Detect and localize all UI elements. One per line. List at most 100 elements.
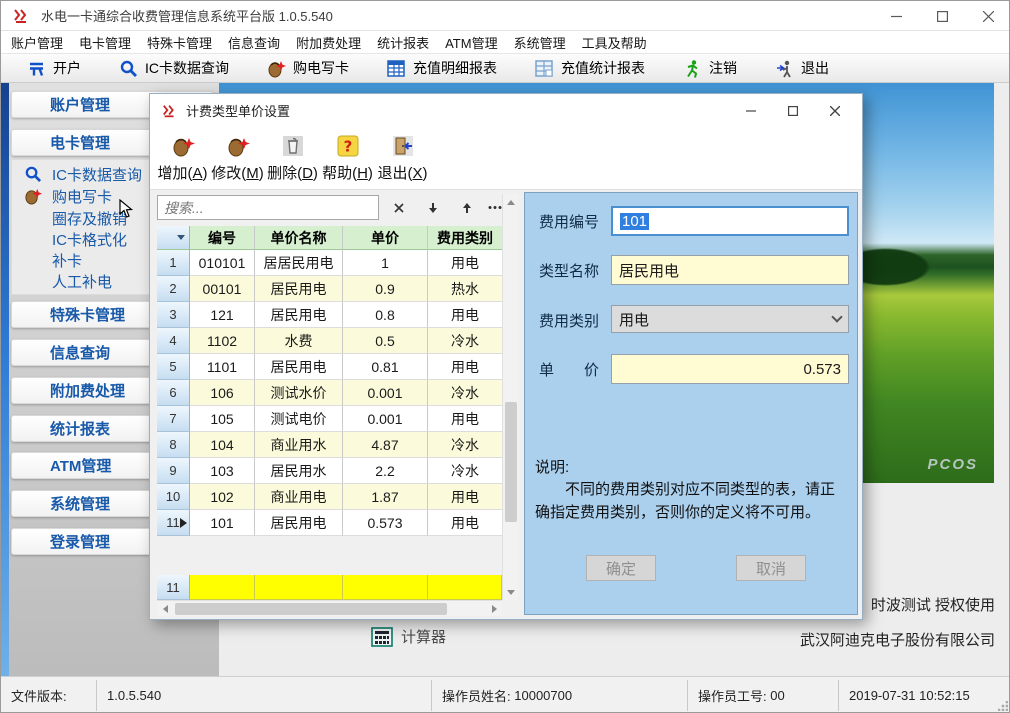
exit-door-icon bbox=[392, 135, 414, 157]
table-row[interactable]: 1010101居居民用电1用电 bbox=[157, 250, 502, 276]
menu-special-card[interactable]: 特殊卡管理 bbox=[141, 31, 218, 54]
write-card-icon bbox=[267, 59, 286, 78]
search-clear-button[interactable] bbox=[384, 195, 414, 220]
search-card-icon bbox=[24, 165, 42, 183]
edit-panel: 费用编号 101 类型名称 居民用电 费用类别 用电 单 价 0.573 说明:… bbox=[524, 192, 858, 615]
ok-button[interactable]: 确定 bbox=[586, 555, 656, 581]
file-version-value: 1.0.5.540 bbox=[97, 677, 431, 713]
status-datetime: 2019-07-31 10:52:15 bbox=[839, 677, 1010, 713]
unit-price-settings-dialog: 计费类型单价设置 增加(A) 修改(M) 删除(D) bbox=[149, 93, 863, 620]
operator-name: 操作员姓名: 10000700 bbox=[432, 677, 687, 713]
search-next-button[interactable] bbox=[418, 195, 448, 220]
photo-watermark: PCOS bbox=[927, 456, 978, 473]
table-row[interactable]: 10102商业用电1.87用电 bbox=[157, 484, 502, 510]
fee-code-input[interactable]: 101 bbox=[611, 206, 849, 236]
status-bar: 文件版本: 1.0.5.540 操作员姓名: 10000700 操作员工号: 0… bbox=[1, 676, 1010, 713]
col-header-name[interactable]: 单价名称 bbox=[255, 226, 343, 250]
close-button[interactable] bbox=[965, 1, 1010, 31]
exit-icon bbox=[775, 59, 794, 78]
dialog-close-button[interactable] bbox=[814, 94, 856, 127]
scroll-up-button[interactable] bbox=[503, 194, 519, 210]
down-arrow-icon bbox=[507, 590, 515, 595]
table-row[interactable]: 6106测试水价0.001冷水 bbox=[157, 380, 502, 406]
table-vertical-scrollbar[interactable] bbox=[502, 194, 518, 600]
table-row-current[interactable]: 11 101居民用电0.573用电 bbox=[157, 510, 502, 536]
toolbar-ic-card-query[interactable]: IC卡数据查询 bbox=[119, 58, 229, 78]
table-search-row bbox=[150, 194, 518, 224]
scroll-left-button[interactable] bbox=[157, 601, 173, 617]
table-row[interactable]: 8104商业用水4.87冷水 bbox=[157, 432, 502, 458]
menu-system[interactable]: 系统管理 bbox=[508, 31, 572, 54]
col-header-code[interactable]: 编号 bbox=[190, 226, 255, 250]
dialog-title-bar: 计费类型单价设置 bbox=[150, 94, 862, 127]
scroll-down-button[interactable] bbox=[503, 584, 519, 600]
window-title: 水电一卡通综合收费管理信息系统平台版 1.0.5.540 bbox=[41, 6, 333, 25]
toolbar-buy-write-card[interactable]: 购电写卡 bbox=[267, 58, 349, 78]
menu-bar: 账户管理 电卡管理 特殊卡管理 信息查询 附加费处理 统计报表 ATM管理 系统… bbox=[1, 31, 1010, 54]
toolbar-exit[interactable]: 退出 bbox=[775, 58, 829, 78]
table-corner-filter[interactable] bbox=[157, 226, 190, 250]
modify-button[interactable]: 修改(M) bbox=[210, 127, 265, 187]
menu-atm[interactable]: ATM管理 bbox=[439, 31, 503, 54]
exit-dialog-button[interactable]: 退出(X) bbox=[375, 127, 430, 187]
client-area: PCOS 账户管理 电卡管理 IC卡数据查询 购电写卡 圈存及撤销 IC卡格式化… bbox=[1, 83, 1010, 676]
table-row[interactable]: 41102水费0.5冷水 bbox=[157, 328, 502, 354]
open-account-icon bbox=[27, 59, 46, 78]
footer-row-number: 11 bbox=[157, 575, 190, 600]
table-row[interactable]: 51101居民用电0.81用电 bbox=[157, 354, 502, 380]
unit-price-input[interactable]: 0.573 bbox=[611, 354, 849, 384]
delete-button[interactable]: 删除(D) bbox=[265, 127, 320, 187]
calculator-shortcut[interactable]: 计算器 bbox=[371, 626, 446, 647]
col-header-price[interactable]: 单价 bbox=[343, 226, 428, 250]
scroll-right-button[interactable] bbox=[486, 601, 502, 617]
toolbar-open-account[interactable]: 开户 bbox=[27, 58, 81, 78]
menu-tools-help[interactable]: 工具及帮助 bbox=[576, 31, 653, 54]
title-bar: 水电一卡通综合收费管理信息系统平台版 1.0.5.540 bbox=[1, 1, 1010, 31]
menu-info-query[interactable]: 信息查询 bbox=[222, 31, 286, 54]
toolbar-logout[interactable]: 注销 bbox=[683, 58, 737, 78]
category-select[interactable]: 用电 bbox=[611, 305, 849, 333]
minimize-button[interactable] bbox=[873, 1, 919, 31]
table-row[interactable]: 200101居民用电0.9热水 bbox=[157, 276, 502, 302]
toolbar-recharge-stats-report[interactable]: 充值统计报表 bbox=[535, 58, 645, 78]
resize-grip[interactable] bbox=[998, 701, 1008, 711]
horizontal-scroll-thumb[interactable] bbox=[175, 603, 447, 615]
delete-icon bbox=[282, 135, 304, 157]
table-row[interactable]: 3121居民用电0.8用电 bbox=[157, 302, 502, 328]
search-input[interactable] bbox=[157, 195, 379, 220]
maximize-button[interactable] bbox=[919, 1, 965, 31]
current-row-marker-icon bbox=[180, 518, 187, 528]
cancel-button[interactable]: 取消 bbox=[736, 555, 806, 581]
mouse-cursor bbox=[119, 199, 135, 219]
menu-surcharge[interactable]: 附加费处理 bbox=[290, 31, 367, 54]
add-button[interactable]: 增加(A) bbox=[155, 127, 210, 187]
fee-code-label: 费用编号 bbox=[539, 206, 599, 236]
svg-text:?: ? bbox=[343, 138, 352, 156]
unit-price-label: 单 价 bbox=[539, 354, 599, 384]
main-toolbar: 开户 IC卡数据查询 购电写卡 充值明细报表 充值统计报表 注销 退出 bbox=[1, 54, 1010, 83]
toolbar-recharge-detail-report[interactable]: 充值明细报表 bbox=[387, 58, 497, 78]
dialog-maximize-button[interactable] bbox=[772, 94, 814, 127]
menu-account[interactable]: 账户管理 bbox=[5, 31, 69, 54]
license-line-1: 时波测试 授权使用 bbox=[871, 594, 995, 615]
table-row[interactable]: 7105测试电价0.001用电 bbox=[157, 406, 502, 432]
add-icon bbox=[171, 134, 195, 158]
search-prev-button[interactable] bbox=[452, 195, 482, 220]
menu-report[interactable]: 统计报表 bbox=[371, 31, 435, 54]
type-name-input[interactable]: 居民用电 bbox=[611, 255, 849, 285]
left-accent-strip bbox=[1, 83, 9, 676]
table-row[interactable]: 9103居民用水2.2冷水 bbox=[157, 458, 502, 484]
table-footer-row: 11 bbox=[157, 575, 502, 600]
ellipsis-icon bbox=[488, 206, 502, 209]
menu-ecard[interactable]: 电卡管理 bbox=[73, 31, 137, 54]
file-version-label: 文件版本: bbox=[1, 677, 96, 713]
dialog-logo-icon bbox=[162, 103, 178, 119]
vertical-scroll-thumb[interactable] bbox=[505, 402, 517, 522]
help-button[interactable]: ? 帮助(H) bbox=[320, 127, 375, 187]
operator-id: 操作员工号: 00 bbox=[688, 677, 838, 713]
col-header-category[interactable]: 费用类别 bbox=[428, 226, 502, 250]
table-horizontal-scrollbar[interactable] bbox=[157, 600, 502, 616]
category-label: 费用类别 bbox=[539, 305, 599, 335]
dialog-minimize-button[interactable] bbox=[730, 94, 772, 127]
note-text: 不同的费用类别对应不同类型的表，请正确指定费用类别，否则你的定义将不可用。 bbox=[535, 479, 847, 524]
